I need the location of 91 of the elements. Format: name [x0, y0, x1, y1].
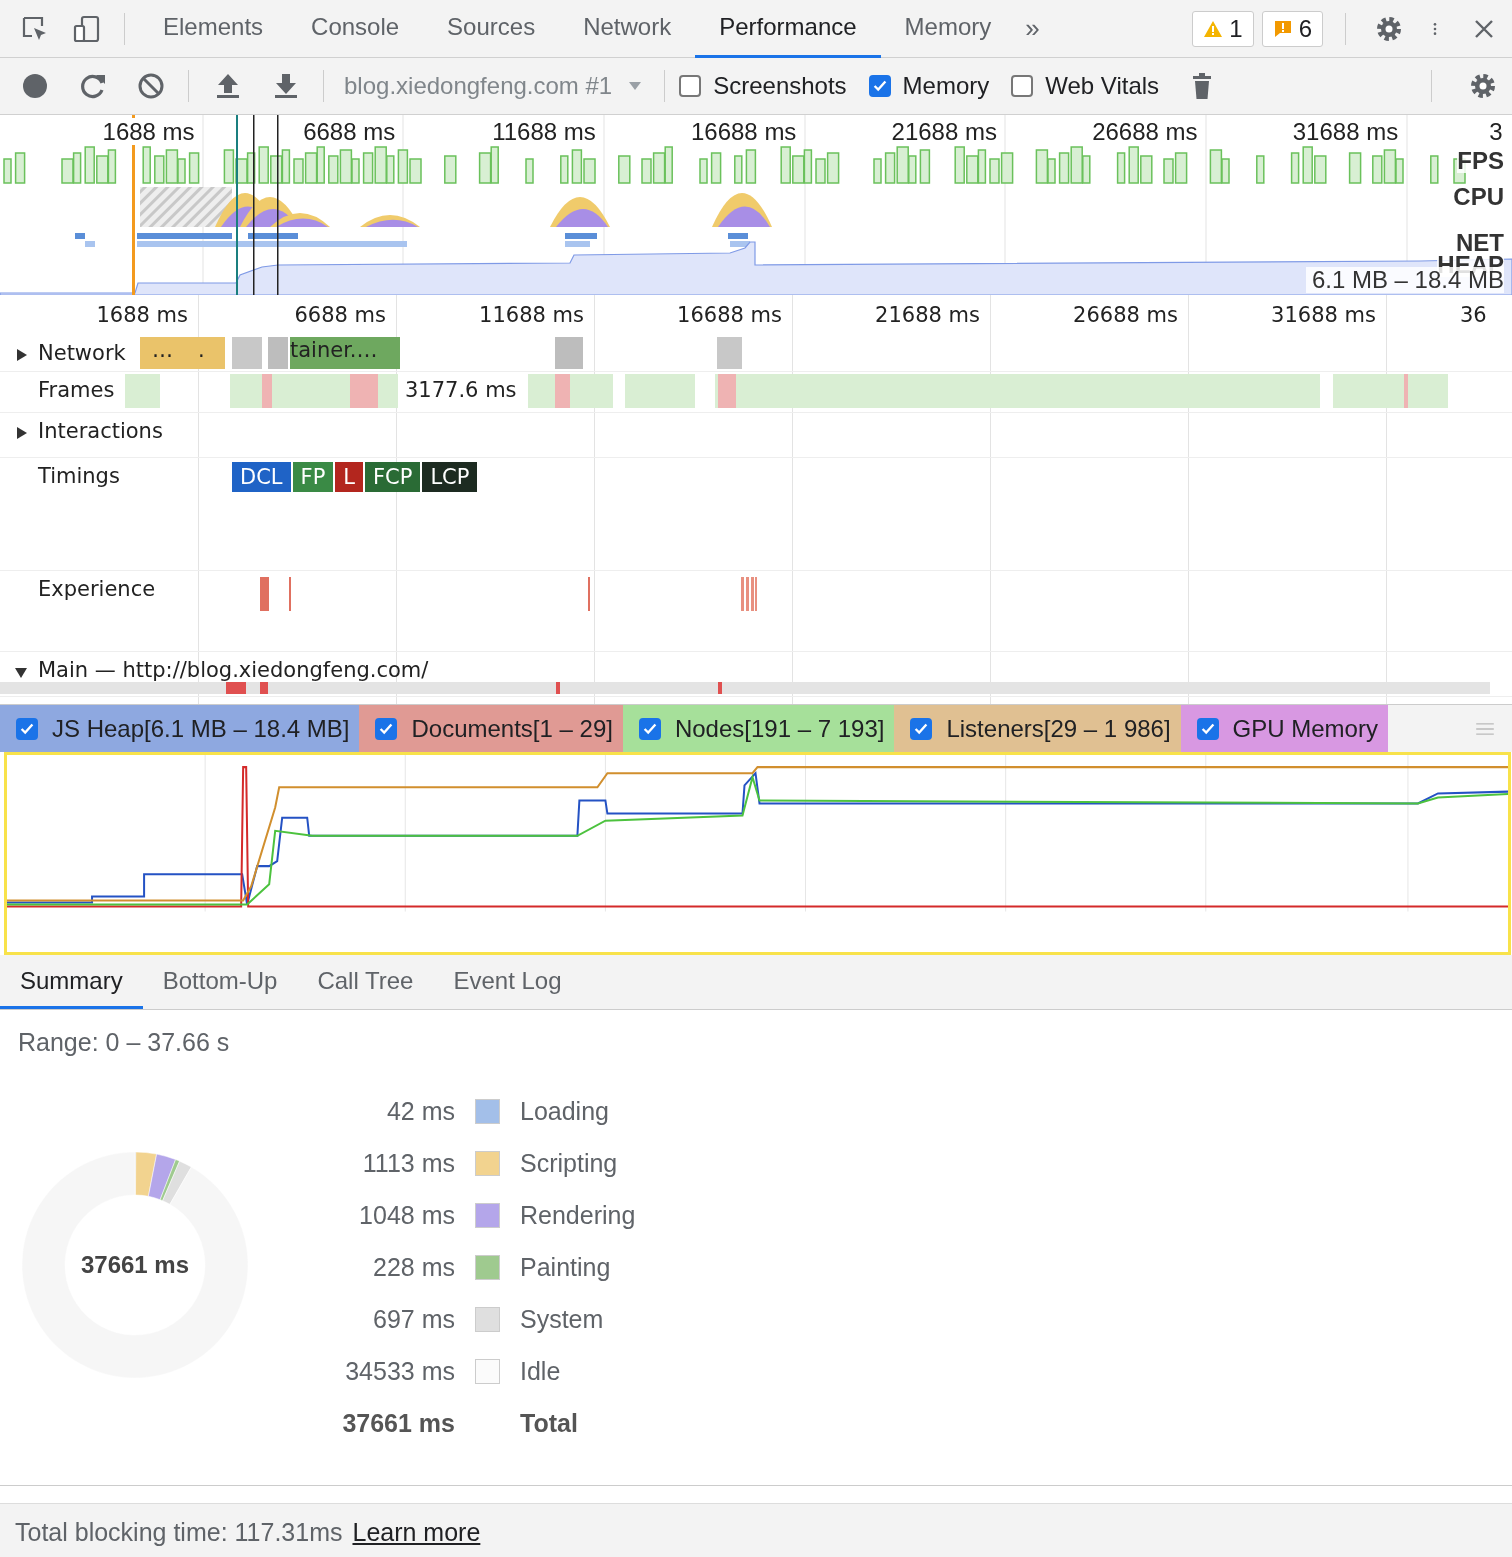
checkbox[interactable] — [638, 717, 661, 740]
issue-icon — [1272, 18, 1293, 39]
counter-label: JS Heap[6.1 MB – 18.4 MB] — [52, 714, 350, 743]
expand-icon[interactable] — [14, 348, 28, 362]
track-label: Interactions — [38, 419, 163, 443]
cpu-usage-peak — [712, 193, 772, 227]
time-value: 34533 ms — [344, 1356, 455, 1386]
counter-toggle[interactable]: GPU Memory — [1180, 705, 1388, 752]
cpu-usage-peak — [360, 215, 420, 227]
checkbox[interactable] — [1196, 717, 1219, 740]
request-label: … — [152, 338, 173, 362]
track-label: Experience — [38, 577, 156, 601]
total-label: Total — [520, 1408, 578, 1438]
option-label: Web Vitals — [1045, 72, 1160, 100]
counter-toggle[interactable]: Listeners[29 – 1 986] — [894, 705, 1181, 752]
timing-marker[interactable]: L — [335, 462, 363, 492]
time-value: 42 ms — [385, 1096, 455, 1126]
category-label: Scripting — [520, 1148, 618, 1178]
category-label: Painting — [520, 1252, 611, 1282]
time-tick-label: 36 — [1460, 303, 1487, 327]
time-tick-label: 21688 ms — [875, 303, 980, 327]
more-tabs-button[interactable]: » — [1015, 13, 1050, 44]
warnings-badge[interactable]: 1 — [1192, 10, 1254, 47]
track-label: Network — [38, 341, 126, 365]
range-label: Range: 0 – 37.66 s — [17, 1027, 231, 1058]
time-tick-label: 26688 ms — [1073, 303, 1178, 327]
counter-toggle[interactable]: JS Heap[6.1 MB – 18.4 MB] — [0, 705, 360, 752]
details-tab[interactable]: Summary — [0, 955, 143, 1009]
time-value: 1113 ms — [361, 1148, 455, 1178]
total-value: 37661 ms — [341, 1408, 455, 1438]
track-label: Timings — [38, 464, 120, 488]
time-tick-label: 31688 ms — [1271, 303, 1376, 327]
details-tab[interactable]: Event Log — [433, 955, 582, 1009]
request-label: . — [198, 338, 205, 362]
time-value: 228 ms — [372, 1252, 455, 1282]
time-value: 1048 ms — [358, 1200, 455, 1230]
option-label: Screenshots — [713, 72, 847, 100]
option-checkbox[interactable]: Screenshots — [679, 72, 847, 100]
expand-icon[interactable] — [14, 426, 28, 440]
panel-tab[interactable]: Network — [559, 0, 696, 58]
checkbox[interactable] — [910, 717, 933, 740]
time-tick-label: 6688 ms — [294, 303, 386, 327]
time-tick-label: 16688 ms — [677, 303, 782, 327]
heap-range-label: 6.1 MB – 18.4 MB — [1305, 267, 1504, 293]
total-time-label: 37661 ms — [79, 1251, 191, 1279]
caret-icon — [628, 81, 643, 91]
details-tab[interactable]: Call Tree — [297, 955, 434, 1009]
counter-toggle[interactable]: Documents[1 – 29] — [359, 705, 623, 752]
track-label: Frames — [38, 378, 115, 402]
panel-tab[interactable]: Memory — [880, 0, 1016, 58]
request-label: tainer.… — [290, 338, 378, 362]
track-label: Main — http://blog.xiedongfeng.com/ — [38, 658, 429, 682]
option-checkbox[interactable]: Memory — [868, 72, 990, 100]
details-tab[interactable]: Bottom-Up — [142, 955, 298, 1009]
counter-label: Nodes[191 – 7 193] — [674, 714, 885, 743]
device-icon[interactable] — [72, 13, 102, 44]
issues-badge[interactable]: 6 — [1261, 10, 1323, 47]
checkbox[interactable] — [16, 717, 38, 740]
category-label: Loading — [520, 1096, 609, 1126]
settings-icon[interactable] — [1468, 71, 1498, 101]
time-tick-label: 1688 ms — [96, 303, 188, 327]
blocking-time-text: Total blocking time: 117.31ms — [15, 1517, 343, 1547]
time-value: 697 ms — [372, 1304, 455, 1334]
time-tick-label: 11688 ms — [479, 303, 584, 327]
timing-marker[interactable]: FCP — [365, 462, 421, 492]
counter-label: Listeners[29 – 1 986] — [946, 714, 1171, 743]
time-tick-label: 1688 ms — [102, 118, 195, 145]
panel-tab[interactable]: Sources — [423, 0, 560, 58]
panel-tab[interactable]: Console — [287, 0, 424, 58]
collapse-icon[interactable] — [14, 665, 28, 679]
category-label: System — [520, 1304, 604, 1334]
checkbox[interactable] — [868, 75, 891, 97]
category-label: Rendering — [520, 1200, 636, 1230]
checkbox[interactable] — [1011, 75, 1034, 97]
timing-marker[interactable]: LCP — [422, 462, 478, 492]
cpu-usage-peak — [550, 197, 610, 227]
counter-label: Documents[1 – 29] — [411, 714, 613, 743]
panel-tab[interactable]: Elements — [139, 0, 288, 58]
clear-icon[interactable] — [136, 71, 166, 101]
checkbox[interactable] — [375, 717, 398, 740]
option-label: Memory — [902, 72, 990, 100]
timing-marker[interactable]: DCL — [232, 462, 291, 492]
category-label: Idle — [520, 1356, 561, 1386]
record-icon[interactable] — [20, 71, 50, 101]
counter-label: GPU Memory — [1232, 714, 1378, 743]
counter-toggle[interactable]: Nodes[191 – 7 193] — [622, 705, 895, 752]
option-checkbox[interactable]: Web Vitals — [1011, 72, 1160, 100]
checkbox[interactable] — [679, 75, 702, 97]
track-label: FPS — [1457, 149, 1504, 173]
learn-more-link[interactable]: Learn more — [352, 1517, 481, 1547]
timing-marker[interactable]: FP — [292, 462, 334, 492]
